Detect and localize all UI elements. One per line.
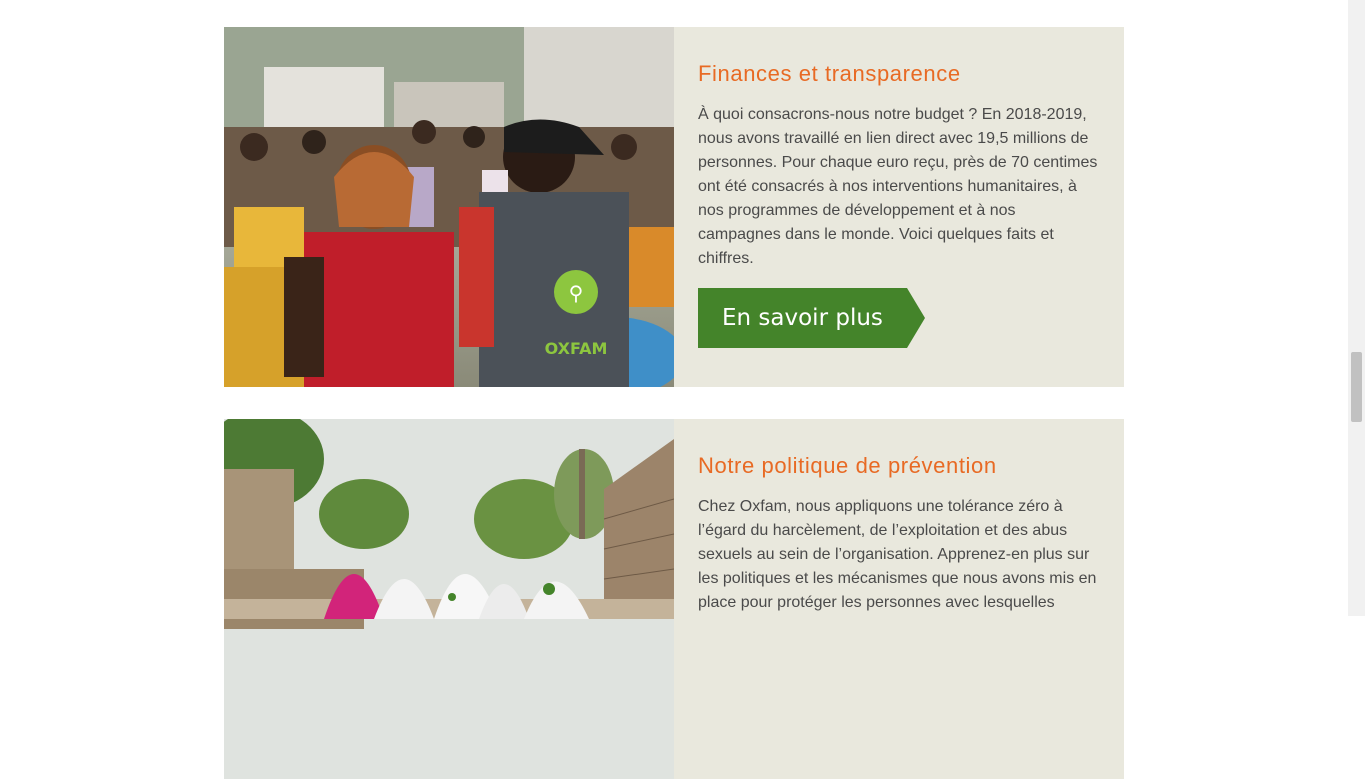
learn-more-button[interactable]: En savoir plus	[698, 288, 925, 348]
finances-card: ⚲ OXFAM Finances et transparence À quoi …	[224, 27, 1124, 387]
prevention-title: Notre politique de prévention	[698, 453, 997, 478]
prevention-panel: Notre politique de prévention Chez Oxfam…	[674, 419, 1124, 779]
scrollbar-thumb[interactable]	[1351, 352, 1362, 422]
finances-panel: Finances et transparence À quoi consacro…	[674, 27, 1124, 387]
finances-text: À quoi consacrons-nous notre budget ? En…	[698, 106, 1098, 267]
prevention-card: Notre politique de prévention Chez Oxfam…	[224, 419, 1124, 779]
vest-logo-text: OXFAM	[545, 339, 608, 358]
svg-text:⚲: ⚲	[569, 281, 584, 305]
market-photo: ⚲ OXFAM	[224, 27, 674, 387]
women-walking-photo	[224, 419, 674, 779]
prevention-text: Chez Oxfam, nous appliquons une toléranc…	[698, 498, 1097, 611]
finances-title: Finances et transparence	[698, 61, 961, 86]
page-scrollbar[interactable]	[1348, 0, 1365, 616]
